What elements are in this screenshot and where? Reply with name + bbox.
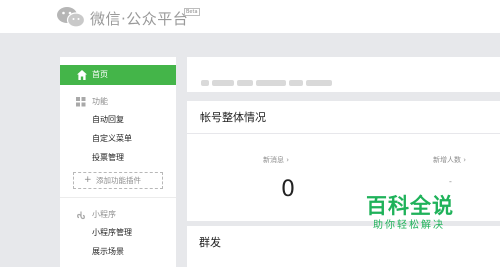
- account-name-blurred: [201, 71, 351, 86]
- stat-new-messages-link[interactable]: 新消息 ›: [263, 156, 289, 165]
- grid-icon: [76, 97, 86, 107]
- brand-name[interactable]: 微信·公众平台: [90, 8, 188, 29]
- top-header: 微信·公众平台 Beta: [0, 0, 500, 33]
- sidebar-item-display-scene[interactable]: 展示场景: [92, 247, 124, 257]
- sidebar-divider: [60, 197, 176, 198]
- sidebar: 首页 功能 自动回复 自定义菜单 投票管理 + 添加功能插件 小程序 小程序管理…: [60, 57, 176, 267]
- wechat-logo-icon[interactable]: [56, 5, 86, 29]
- add-plugin-button[interactable]: + 添加功能插件: [73, 172, 163, 189]
- watermark-subtitle: 助你轻松解决: [373, 220, 445, 231]
- sidebar-item-auto-reply[interactable]: 自动回复: [92, 115, 124, 125]
- sidebar-section-mini-program: 小程序: [92, 210, 116, 219]
- sidebar-section-features: 功能: [92, 97, 108, 106]
- sidebar-item-vote-manage[interactable]: 投票管理: [92, 153, 124, 163]
- watermark-title: 百科全说: [366, 194, 454, 218]
- broadcast-title: 群发: [199, 236, 221, 249]
- sidebar-item-home[interactable]: 首页: [60, 65, 176, 85]
- account-info-bar: [187, 57, 500, 92]
- beta-badge: Beta: [184, 8, 200, 16]
- account-overview-title: 帐号整体情况: [200, 111, 266, 124]
- mini-program-icon: [77, 211, 85, 220]
- panel-header: 帐号整体情况: [187, 101, 500, 134]
- add-plugin-label: 添加功能插件: [96, 176, 141, 185]
- chevron-right-icon: ›: [463, 156, 467, 164]
- sidebar-item-custom-menu[interactable]: 自定义菜单: [92, 134, 132, 144]
- stat-new-messages-label: 新消息: [263, 156, 284, 164]
- stat-new-followers-value: -: [449, 177, 452, 186]
- stat-new-messages-value: 0: [281, 177, 295, 202]
- sidebar-item-home-label: 首页: [92, 70, 108, 79]
- home-icon: [77, 70, 87, 80]
- broadcast-panel: 群发: [187, 226, 500, 267]
- stat-new-followers-label: 新增人数: [433, 156, 461, 164]
- sidebar-item-mini-program-manage[interactable]: 小程序管理: [92, 228, 132, 238]
- plus-icon: +: [84, 175, 92, 185]
- stat-new-followers-link[interactable]: 新增人数 ›: [433, 156, 466, 165]
- chevron-right-icon: ›: [286, 156, 290, 164]
